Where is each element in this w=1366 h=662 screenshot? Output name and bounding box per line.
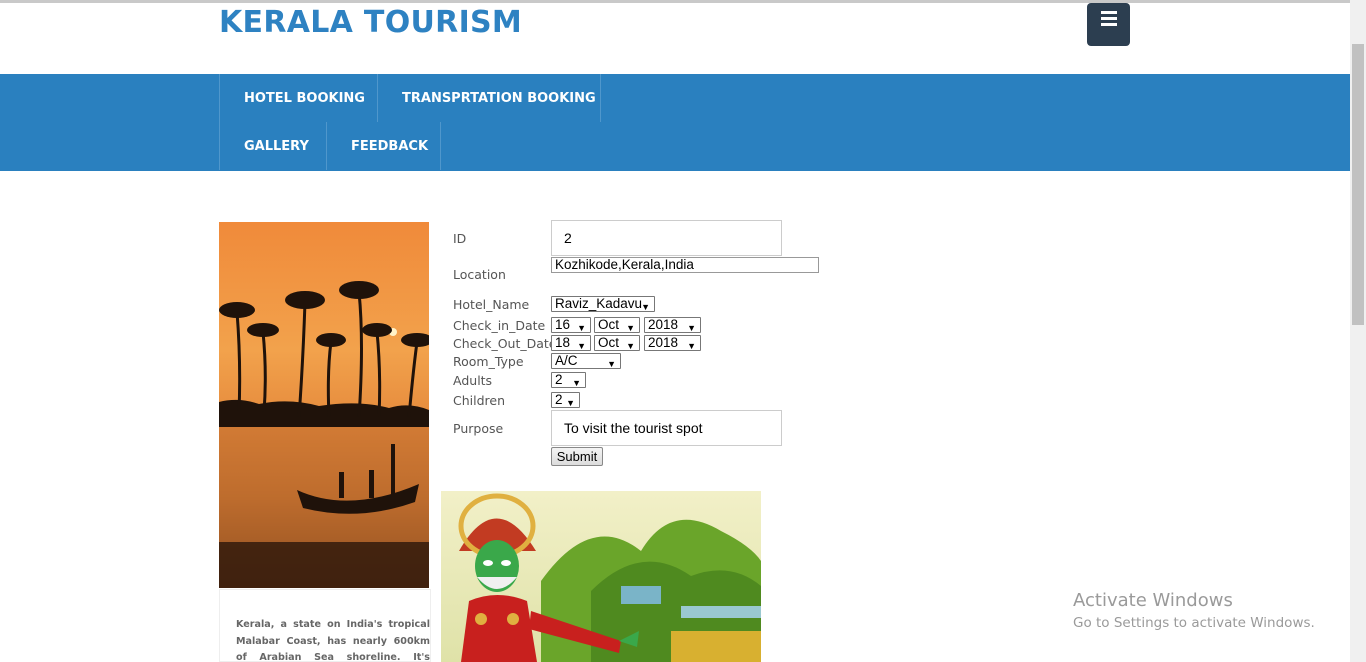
checkin-day-value: 16 <box>555 317 571 332</box>
checkin-day-select[interactable]: 16 ▼ <box>551 317 591 333</box>
checkout-day-select[interactable]: 18 ▼ <box>551 335 591 351</box>
adults-label: Adults <box>453 373 493 388</box>
hotel-name-select[interactable]: Raviz_Kadavu ▼ <box>551 296 655 312</box>
children-label: Children <box>453 393 506 408</box>
children-select[interactable]: 2 ▼ <box>551 392 580 408</box>
chevron-down-icon: ▼ <box>626 323 635 333</box>
nav-transportation-booking[interactable]: TRANSPRTATION BOOKING <box>377 74 601 122</box>
checkout-month-value: Oct <box>598 335 620 350</box>
submit-button[interactable]: Submit <box>551 447 603 466</box>
chevron-down-icon: ▼ <box>641 302 650 312</box>
scrollbar-thumb[interactable] <box>1352 44 1364 325</box>
room-type-select[interactable]: A/C ▼ <box>551 353 621 369</box>
activate-windows-subtitle: Go to Settings to activate Windows. <box>1073 615 1315 631</box>
nav-hotel-booking[interactable]: HOTEL BOOKING <box>219 74 378 122</box>
kathakali-image <box>441 491 761 662</box>
checkin-month-value: Oct <box>598 317 620 332</box>
chevron-down-icon: ▼ <box>687 323 696 333</box>
nav-feedback[interactable]: FEEDBACK <box>326 122 441 170</box>
chevron-down-icon: ▼ <box>607 359 616 369</box>
purpose-input[interactable]: To visit the tourist spot <box>551 410 782 446</box>
chevron-down-icon: ▼ <box>577 341 586 351</box>
kerala-backwaters-image <box>219 222 429 588</box>
room-type-label: Room_Type <box>453 354 524 369</box>
adults-value: 2 <box>555 372 563 387</box>
checkin-label: Check_in_Date <box>453 318 546 333</box>
purpose-label: Purpose <box>453 421 504 436</box>
id-label: ID <box>453 231 467 246</box>
location-label: Location <box>453 267 506 282</box>
room-type-value: A/C <box>555 353 578 368</box>
hotel-name-value: Raviz_Kadavu <box>555 296 643 311</box>
children-value: 2 <box>555 392 563 407</box>
id-input[interactable]: 2 <box>551 220 782 256</box>
location-input[interactable]: Kozhikode,Kerala,India <box>551 257 819 273</box>
chevron-down-icon: ▼ <box>572 378 581 388</box>
activate-windows-title: Activate Windows <box>1073 590 1233 611</box>
site-title[interactable]: KERALA TOURISM <box>219 5 522 40</box>
adults-select[interactable]: 2 ▼ <box>551 372 586 388</box>
chevron-down-icon: ▼ <box>577 323 586 333</box>
checkout-month-select[interactable]: Oct ▼ <box>594 335 640 351</box>
checkin-year-select[interactable]: 2018 ▼ <box>644 317 701 333</box>
checkout-label: Check_Out_Date <box>453 336 557 351</box>
checkout-year-value: 2018 <box>648 335 679 350</box>
chevron-down-icon: ▼ <box>687 341 696 351</box>
checkout-day-value: 18 <box>555 335 571 350</box>
hotel-name-label: Hotel_Name <box>453 297 530 312</box>
checkin-month-select[interactable]: Oct ▼ <box>594 317 640 333</box>
chevron-down-icon: ▼ <box>626 341 635 351</box>
kerala-description: Kerala, a state on India's tropical Mala… <box>219 589 431 662</box>
checkout-year-select[interactable]: 2018 ▼ <box>644 335 701 351</box>
top-border <box>0 0 1350 3</box>
nav-gallery[interactable]: GALLERY <box>219 122 327 170</box>
main-navbar: HOTEL BOOKING TRANSPRTATION BOOKING GALL… <box>0 74 1350 171</box>
chevron-down-icon: ▼ <box>566 398 575 408</box>
checkin-year-value: 2018 <box>648 317 679 332</box>
hamburger-menu-icon[interactable] <box>1087 3 1130 46</box>
